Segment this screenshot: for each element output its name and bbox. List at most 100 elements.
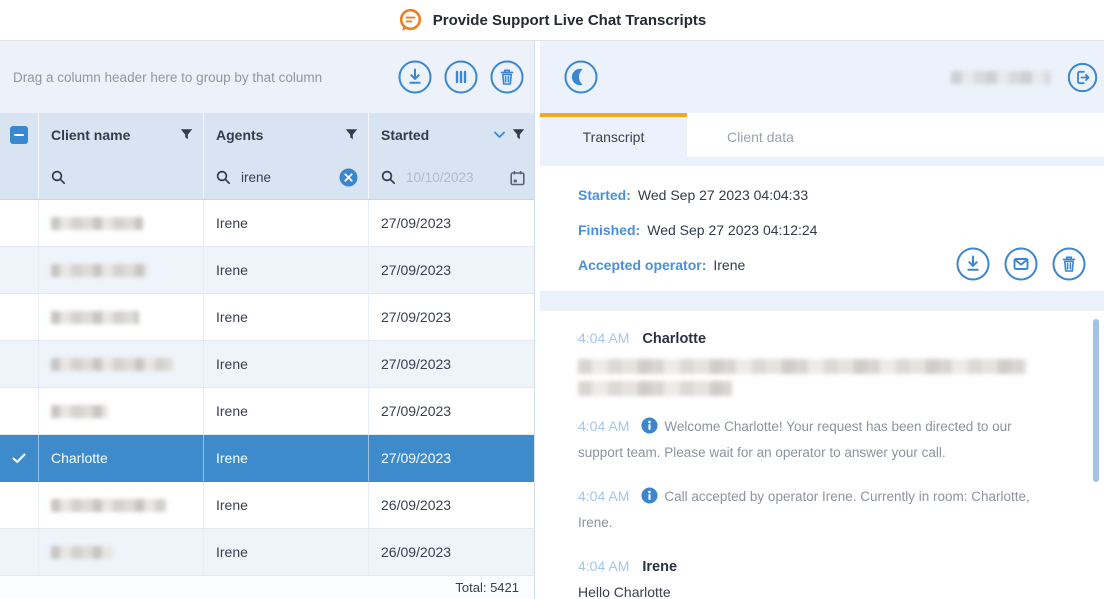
message-header: 4:04 AMCall accepted by operator Irene. … — [578, 483, 1046, 536]
table-row[interactable]: Irene 27/09/2023 — [0, 341, 534, 388]
table-row[interactable]: Irene 27/09/2023 — [0, 294, 534, 341]
grid-footer: Total: 5421 — [0, 576, 534, 599]
tab-strip: Transcript Client data — [540, 113, 1104, 157]
row-checkbox-cell[interactable] — [0, 341, 39, 387]
calendar-icon[interactable] — [510, 170, 525, 186]
delete-icon[interactable] — [1052, 247, 1086, 281]
table-row[interactable]: Irene 27/09/2023 — [0, 200, 534, 247]
cell-client-name — [39, 529, 204, 575]
group-by-hint: Drag a column header here to group by th… — [13, 70, 386, 85]
agents-filter[interactable]: irene — [204, 156, 369, 199]
message-header: 4:04 AMWelcome Charlotte! Your request h… — [578, 413, 1046, 466]
download-icon[interactable] — [398, 60, 432, 94]
cell-started: 26/09/2023 — [369, 482, 535, 528]
table-row[interactable]: Charlotte Irene 27/09/2023 — [0, 435, 534, 482]
started-filter-input[interactable]: 10/10/2023 — [406, 170, 510, 185]
cell-agent: Irene — [204, 247, 369, 293]
row-checkbox-cell[interactable] — [0, 529, 39, 575]
message-body: Hello Charlotte — [578, 580, 1046, 599]
cell-started: 27/09/2023 — [369, 247, 535, 293]
cell-agent: Irene — [204, 435, 369, 481]
dark-mode-moon-icon[interactable] — [564, 60, 598, 94]
agents-filter-input[interactable]: irene — [241, 170, 339, 185]
cell-client-name — [39, 247, 204, 293]
column-header-started[interactable]: Started — [369, 113, 535, 156]
cell-client-name — [39, 294, 204, 340]
cell-started: 27/09/2023 — [369, 341, 535, 387]
row-checkbox-cell[interactable] — [0, 247, 39, 293]
grid-rows: Irene 27/09/2023 Irene 27/09/2023 Irene … — [0, 200, 534, 576]
column-chooser-icon[interactable] — [444, 60, 478, 94]
cell-started: 27/09/2023 — [369, 435, 535, 481]
message-list: 4:04 AM Charlotte 4:04 AMWelcome Charlott… — [540, 311, 1104, 599]
started-filter[interactable]: 10/10/2023 — [369, 156, 535, 199]
total-count: Total: 5421 — [455, 580, 519, 595]
started-label: Started: — [578, 187, 631, 203]
row-checkbox-cell[interactable] — [0, 294, 39, 340]
panel-topbar — [540, 41, 1104, 113]
row-checkbox-cell[interactable] — [0, 482, 39, 528]
started-value: Wed Sep 27 2023 04:04:33 — [638, 187, 808, 203]
cell-client-name — [39, 341, 204, 387]
filter-check-spacer — [0, 156, 39, 199]
column-header-agents[interactable]: Agents — [204, 113, 369, 156]
transcripts-grid-panel: Drag a column header here to group by th… — [0, 41, 535, 599]
cell-agent: Irene — [204, 294, 369, 340]
funnel-icon[interactable] — [180, 128, 193, 141]
cell-client-name: Charlotte — [39, 435, 204, 481]
row-checkbox-cell[interactable] — [0, 388, 39, 434]
grid-toolbar: Drag a column header here to group by th… — [0, 41, 534, 113]
cell-agent: Irene — [204, 529, 369, 575]
message-body — [578, 359, 1046, 396]
scrollbar-thumb[interactable] — [1093, 319, 1099, 482]
client-name-filter[interactable] — [39, 156, 204, 199]
tab-client-data[interactable]: Client data — [687, 113, 834, 157]
chat-message: 4:04 AMWelcome Charlotte! Your request h… — [578, 413, 1046, 466]
app-logo-icon — [398, 8, 423, 33]
email-icon[interactable] — [1004, 247, 1038, 281]
column-label: Started — [381, 127, 494, 143]
app-window: Provide Support Live Chat Transcripts Dr… — [0, 0, 1104, 599]
clear-filter-icon[interactable] — [339, 168, 358, 187]
table-row[interactable]: Irene 26/09/2023 — [0, 529, 534, 576]
table-row[interactable]: Irene 27/09/2023 — [0, 247, 534, 294]
transcript-panel: Transcript Client data Started: Wed Sep 2… — [540, 41, 1104, 599]
chat-details: Started: Wed Sep 27 2023 04:04:33 Finishe… — [540, 166, 1104, 291]
table-row[interactable]: Irene 27/09/2023 — [0, 388, 534, 435]
table-row[interactable]: Irene 26/09/2023 — [0, 482, 534, 529]
chat-message: 4:04 AMIrene Hello Charlotte — [578, 553, 1046, 599]
operator-label: Accepted operator: — [578, 257, 706, 273]
finished-value: Wed Sep 27 2023 04:12:24 — [647, 222, 817, 238]
funnel-icon[interactable] — [345, 128, 358, 141]
info-icon — [641, 487, 658, 504]
grid-filter-row: irene 10/10/2023 — [0, 156, 534, 200]
cell-agent: Irene — [204, 341, 369, 387]
tab-transcript[interactable]: Transcript — [540, 113, 687, 157]
message-timestamp: 4:04 AM — [578, 418, 629, 434]
message-header: 4:04 AM Charlotte — [578, 325, 1046, 352]
message-header: 4:04 AMIrene — [578, 553, 1046, 580]
select-all-cell — [0, 113, 39, 156]
message-timestamp: 4:04 AM — [578, 330, 629, 346]
cell-started: 27/09/2023 — [369, 388, 535, 434]
row-checkbox-cell[interactable] — [0, 200, 39, 246]
finished-label: Finished: — [578, 222, 640, 238]
delete-icon[interactable] — [490, 60, 524, 94]
search-icon — [216, 170, 231, 185]
row-checkbox-cell[interactable] — [0, 435, 39, 481]
download-icon[interactable] — [956, 247, 990, 281]
checkmark-icon — [12, 453, 26, 464]
tab-label: Client data — [727, 129, 794, 145]
logout-icon[interactable] — [1067, 62, 1098, 93]
column-header-client-name[interactable]: Client name — [39, 113, 204, 156]
transcript-actions — [942, 247, 1086, 281]
search-icon — [381, 170, 396, 185]
app-header: Provide Support Live Chat Transcripts — [0, 0, 1104, 41]
cell-agent: Irene — [204, 200, 369, 246]
funnel-icon[interactable] — [512, 128, 525, 141]
cell-started: 27/09/2023 — [369, 200, 535, 246]
select-all-checkbox[interactable] — [10, 126, 28, 144]
started-line: Started: Wed Sep 27 2023 04:04:33 — [578, 185, 1104, 205]
chat-message: 4:04 AM Charlotte — [578, 325, 1046, 396]
message-author: Charlotte — [642, 331, 706, 347]
